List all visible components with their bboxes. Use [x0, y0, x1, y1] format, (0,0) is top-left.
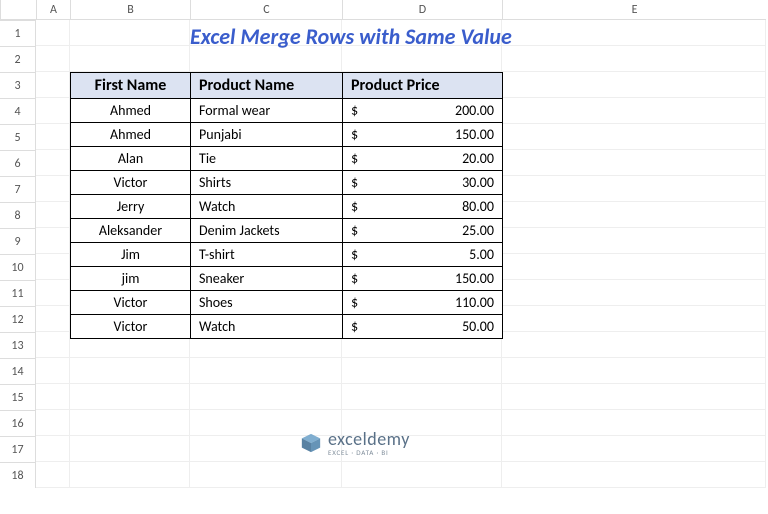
table-row: VictorWatch$50.00	[71, 315, 503, 339]
header-first-name[interactable]: First Name	[71, 73, 191, 99]
cell-first-name[interactable]: Victor	[71, 171, 191, 195]
cube-icon	[300, 432, 322, 454]
price-value: 25.00	[462, 222, 494, 239]
cell-product-price[interactable]: $150.00	[343, 267, 503, 291]
cell-product-price[interactable]: $110.00	[343, 291, 503, 315]
cell-product-price[interactable]: $25.00	[343, 219, 503, 243]
table-row: AhmedPunjabi$150.00	[71, 123, 503, 147]
header-product-price[interactable]: Product Price	[343, 73, 503, 99]
cell-product-price[interactable]: $150.00	[343, 123, 503, 147]
currency-symbol: $	[351, 222, 358, 239]
header-product-name[interactable]: Product Name	[191, 73, 343, 99]
cell-product-price[interactable]: $80.00	[343, 195, 503, 219]
table-row: VictorShoes$110.00	[71, 291, 503, 315]
cell-product-name[interactable]: Shirts	[191, 171, 343, 195]
currency-symbol: $	[351, 294, 358, 311]
currency-symbol: $	[351, 174, 358, 191]
currency-symbol: $	[351, 246, 358, 263]
cell-product-price[interactable]: $50.00	[343, 315, 503, 339]
cell-product-name[interactable]: Denim Jackets	[191, 219, 343, 243]
cell-first-name[interactable]: Jim	[71, 243, 191, 267]
row-header-14[interactable]: 14	[0, 358, 36, 384]
select-all-corner[interactable]	[0, 0, 36, 20]
cell-product-name[interactable]: Formal wear	[191, 99, 343, 123]
row-header-3[interactable]: 3	[0, 72, 36, 98]
logo-subtext: EXCEL · DATA · BI	[328, 449, 410, 456]
price-value: 5.00	[469, 246, 494, 263]
cell-product-price[interactable]: $5.00	[343, 243, 503, 267]
currency-symbol: $	[351, 270, 358, 287]
currency-symbol: $	[351, 198, 358, 215]
table-row: AleksanderDenim Jackets$25.00	[71, 219, 503, 243]
price-value: 30.00	[462, 174, 494, 191]
currency-symbol: $	[351, 318, 358, 335]
data-table: First Name Product Name Product Price Ah…	[70, 72, 503, 339]
currency-symbol: $	[351, 150, 358, 167]
cell-product-price[interactable]: $200.00	[343, 99, 503, 123]
price-value: 150.00	[455, 126, 494, 143]
cell-product-name[interactable]: Tie	[191, 147, 343, 171]
cell-product-name[interactable]: Watch	[191, 315, 343, 339]
cell-first-name[interactable]: jim	[71, 267, 191, 291]
col-header-B[interactable]: B	[70, 0, 190, 20]
row-headers: 123456789101112131415161718	[0, 20, 36, 488]
cell-product-price[interactable]: $30.00	[343, 171, 503, 195]
row-header-13[interactable]: 13	[0, 332, 36, 358]
price-value: 150.00	[455, 270, 494, 287]
row-header-12[interactable]: 12	[0, 306, 36, 332]
row-header-6[interactable]: 6	[0, 150, 36, 176]
price-value: 20.00	[462, 150, 494, 167]
table-row: AlanTie$20.00	[71, 147, 503, 171]
watermark-logo: exceldemy EXCEL · DATA · BI	[300, 430, 410, 456]
row-header-8[interactable]: 8	[0, 202, 36, 228]
table-row: JimT-shirt$5.00	[71, 243, 503, 267]
row-header-17[interactable]: 17	[0, 436, 36, 462]
column-headers: A B C D E	[0, 0, 766, 20]
cell-first-name[interactable]: Alan	[71, 147, 191, 171]
currency-symbol: $	[351, 126, 358, 143]
spreadsheet-grid: A B C D E 123456789101112131415161718 Ex…	[0, 0, 768, 514]
cell-product-name[interactable]: Punjabi	[191, 123, 343, 147]
row-header-7[interactable]: 7	[0, 176, 36, 202]
price-value: 110.00	[455, 294, 494, 311]
cell-first-name[interactable]: Aleksander	[71, 219, 191, 243]
row-header-2[interactable]: 2	[0, 46, 36, 72]
cell-first-name[interactable]: Victor	[71, 291, 191, 315]
row-header-9[interactable]: 9	[0, 228, 36, 254]
row-header-16[interactable]: 16	[0, 410, 36, 436]
table-row: AhmedFormal wear$200.00	[71, 99, 503, 123]
row-header-10[interactable]: 10	[0, 254, 36, 280]
col-header-D[interactable]: D	[342, 0, 502, 20]
table-row: VictorShirts$30.00	[71, 171, 503, 195]
table-header-row: First Name Product Name Product Price	[71, 73, 503, 99]
price-value: 200.00	[455, 102, 494, 119]
price-value: 80.00	[462, 198, 494, 215]
cell-first-name[interactable]: Jerry	[71, 195, 191, 219]
cell-product-name[interactable]: Sneaker	[191, 267, 343, 291]
row-header-18[interactable]: 18	[0, 462, 36, 488]
col-header-E[interactable]: E	[502, 0, 766, 20]
row-header-4[interactable]: 4	[0, 98, 36, 124]
cell-first-name[interactable]: Ahmed	[71, 99, 191, 123]
col-header-C[interactable]: C	[190, 0, 342, 20]
row-header-15[interactable]: 15	[0, 384, 36, 410]
cell-first-name[interactable]: Victor	[71, 315, 191, 339]
table-row: jimSneaker$150.00	[71, 267, 503, 291]
logo-text: exceldemy	[328, 430, 410, 448]
cell-first-name[interactable]: Ahmed	[71, 123, 191, 147]
row-header-1[interactable]: 1	[0, 20, 36, 46]
row-header-11[interactable]: 11	[0, 280, 36, 306]
row-header-5[interactable]: 5	[0, 124, 36, 150]
price-value: 50.00	[462, 318, 494, 335]
table-row: JerryWatch$80.00	[71, 195, 503, 219]
cell-product-name[interactable]: Shoes	[191, 291, 343, 315]
cell-product-name[interactable]: T-shirt	[191, 243, 343, 267]
currency-symbol: $	[351, 102, 358, 119]
col-header-A[interactable]: A	[36, 0, 70, 20]
cell-product-price[interactable]: $20.00	[343, 147, 503, 171]
page-title: Excel Merge Rows with Same Value	[190, 23, 512, 50]
cell-product-name[interactable]: Watch	[191, 195, 343, 219]
